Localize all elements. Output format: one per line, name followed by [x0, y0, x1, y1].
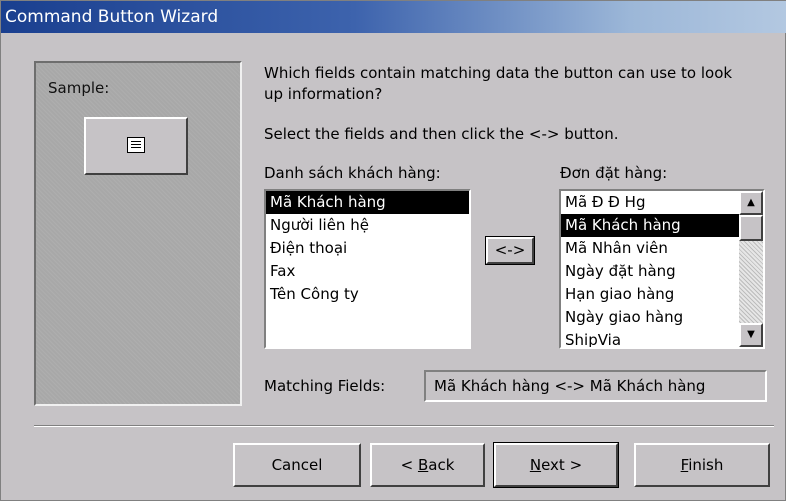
match-fields-button[interactable]: <->	[485, 236, 535, 265]
scroll-thumb[interactable]	[739, 215, 763, 241]
back-accelerator: B	[417, 456, 429, 474]
list-item[interactable]: Fax	[266, 260, 469, 283]
list-item[interactable]: Mã Nhân viên	[561, 237, 739, 260]
right-list-header: Đơn đặt hàng:	[560, 164, 668, 182]
list-item[interactable]: Người liên hệ	[266, 214, 469, 237]
scroll-down-arrow-icon[interactable]: ▼	[739, 323, 763, 347]
list-item[interactable]: Tên Công ty	[266, 283, 469, 306]
sample-panel: Sample:	[34, 61, 242, 406]
finish-label-rest: inish	[688, 456, 724, 474]
back-label-prefix: <	[400, 456, 418, 474]
next-button[interactable]: Next >	[493, 442, 619, 488]
instruction-line-2: up information?	[264, 85, 383, 103]
right-field-list[interactable]: Mã Đ Đ Hg Mã Khách hàng Mã Nhân viên Ngà…	[559, 189, 765, 349]
title-bar: Command Button Wizard	[1, 1, 786, 33]
next-label-rest: ext >	[541, 456, 583, 474]
matching-fields-value: Mã Khách hàng <-> Mã Khách hàng	[424, 370, 767, 402]
list-item[interactable]: Mã Khách hàng	[561, 214, 739, 237]
left-list-header: Danh sách khách hàng:	[264, 164, 441, 182]
right-list-scrollbar[interactable]: ▲ ▼	[739, 191, 763, 347]
list-item[interactable]: Mã Đ Đ Hg	[561, 191, 739, 214]
back-button[interactable]: < Back	[370, 443, 485, 487]
form-icon	[127, 137, 145, 153]
list-item[interactable]: Ngày đặt hàng	[561, 260, 739, 283]
divider	[34, 425, 774, 427]
instruction-line-3: Select the fields and then click the <->…	[264, 125, 619, 143]
sample-button-preview	[84, 117, 188, 175]
matching-fields-label: Matching Fields:	[264, 377, 386, 395]
list-item[interactable]: Mã Khách hàng	[266, 191, 469, 214]
command-button-wizard-window: Command Button Wizard Sample: Which fiel…	[0, 0, 786, 501]
left-field-list[interactable]: Mã Khách hàng Người liên hệ Điện thoại F…	[264, 189, 471, 349]
scroll-up-arrow-icon[interactable]: ▲	[739, 191, 763, 215]
back-label-rest: ack	[428, 456, 455, 474]
sample-label: Sample:	[48, 79, 110, 97]
list-item[interactable]: Hạn giao hàng	[561, 283, 739, 306]
finish-button[interactable]: Finish	[634, 443, 770, 487]
list-item[interactable]: Ngày giao hàng	[561, 306, 739, 329]
list-item[interactable]: ShipVia	[561, 329, 739, 347]
cancel-button[interactable]: Cancel	[233, 443, 361, 487]
next-accelerator: N	[529, 456, 542, 474]
instruction-line-1: Which fields contain matching data the b…	[264, 64, 733, 82]
list-item[interactable]: Điện thoại	[266, 237, 469, 260]
